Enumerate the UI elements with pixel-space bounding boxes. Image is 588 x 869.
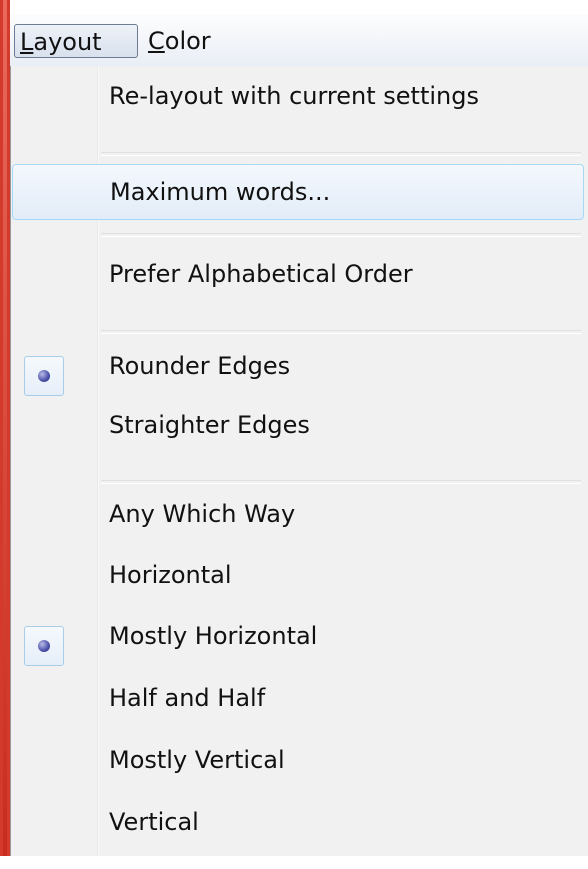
- radio-check-frame: [24, 626, 64, 666]
- menu-item-rounder-edges-label: Rounder Edges: [109, 352, 291, 380]
- menu-item-mostly-vertical[interactable]: Mostly Vertical: [11, 746, 588, 796]
- menu-separator: [101, 152, 581, 156]
- radio-selected-icon: [38, 640, 50, 652]
- menu-item-prefer-alphabetical[interactable]: Prefer Alphabetical Order: [11, 260, 588, 310]
- menu-color[interactable]: Color: [143, 24, 233, 58]
- menu-item-mostly-vertical-label: Mostly Vertical: [109, 746, 285, 774]
- layout-dropdown-menu: Re-layout with current settings Maximum …: [10, 66, 588, 856]
- menu-item-vertical-label: Vertical: [109, 808, 199, 836]
- menu-layout-hotkey: L: [20, 28, 34, 56]
- menu-item-relayout[interactable]: Re-layout with current settings: [11, 82, 588, 132]
- menu-item-horizontal-label: Horizontal: [109, 561, 232, 589]
- radio-selected-icon: [38, 370, 50, 382]
- menu-item-half-and-half[interactable]: Half and Half: [11, 684, 588, 734]
- menu-separator: [101, 480, 581, 484]
- menu-item-prefer-alphabetical-label: Prefer Alphabetical Order: [109, 260, 413, 288]
- menubar: Layout Color: [10, 14, 588, 67]
- menu-item-any-which-way-label: Any Which Way: [109, 500, 296, 528]
- menu-separator: [101, 233, 581, 237]
- menu-item-half-and-half-label: Half and Half: [109, 684, 266, 712]
- menu-layout[interactable]: Layout: [14, 24, 138, 58]
- menu-color-label: olor: [164, 27, 211, 55]
- menu-item-any-which-way[interactable]: Any Which Way: [11, 500, 588, 550]
- menu-item-maximum-words[interactable]: Maximum words...: [12, 164, 584, 220]
- menu-item-relayout-label: Re-layout with current settings: [109, 82, 479, 110]
- menu-separator: [101, 330, 581, 334]
- menu-item-maximum-words-label: Maximum words...: [110, 178, 331, 206]
- radio-check-frame: [24, 356, 64, 396]
- background-window-edge: [0, 0, 10, 869]
- menu-color-hotkey: C: [148, 27, 165, 55]
- menu-item-rounder-edges[interactable]: Rounder Edges: [11, 352, 588, 402]
- menu-item-straighter-edges-label: Straighter Edges: [109, 411, 310, 439]
- menu-item-mostly-horizontal[interactable]: Mostly Horizontal: [11, 622, 588, 672]
- menu-item-vertical[interactable]: Vertical: [11, 808, 588, 858]
- menu-layout-label: ayout: [33, 28, 102, 56]
- background-app-strip: [0, 0, 588, 14]
- menu-item-straighter-edges[interactable]: Straighter Edges: [11, 411, 588, 461]
- menu-item-mostly-horizontal-label: Mostly Horizontal: [109, 622, 318, 650]
- menu-item-horizontal[interactable]: Horizontal: [11, 561, 588, 611]
